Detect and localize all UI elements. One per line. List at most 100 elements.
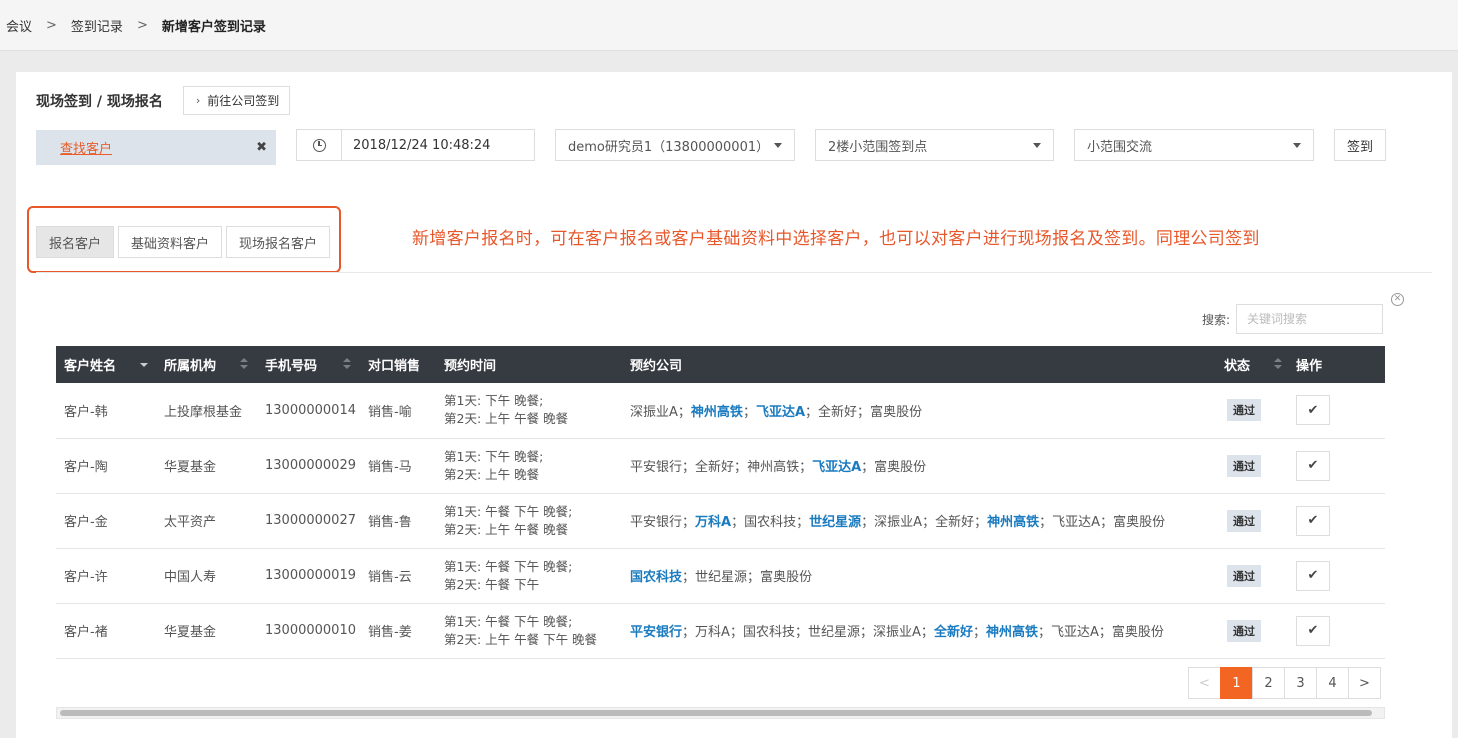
cell-status: 通过 xyxy=(1216,603,1288,658)
company-name: 平安银行 xyxy=(630,515,683,530)
company-separator: ； xyxy=(857,404,871,420)
company-name[interactable]: 飞亚达A xyxy=(812,460,861,475)
company-name: 平安银行 xyxy=(630,460,683,475)
cell-customer-name: 客户-陶 xyxy=(64,460,108,475)
cell-status: 通过 xyxy=(1216,493,1288,548)
pagination: < 1 2 3 4 > xyxy=(1188,667,1381,699)
pagination-page-1[interactable]: 1 xyxy=(1220,667,1253,699)
company-separator: ； xyxy=(974,515,988,530)
cell-appointment-time: 第1天: 午餐 下午 晚餐; 第2天: 上午 午餐 下午 晚餐 xyxy=(436,603,622,658)
cell-sales: 销售-姜 xyxy=(368,625,412,640)
col-header-org[interactable]: 所属机构 xyxy=(156,346,257,383)
location-select[interactable]: 2楼小范围签到点 xyxy=(815,129,1054,161)
company-name[interactable]: 国农科技 xyxy=(630,570,682,585)
company-name: 飞亚达A xyxy=(1051,625,1099,640)
search-input[interactable] xyxy=(1236,304,1384,334)
breadcrumb: 会议 > 签到记录 > 新增客户签到记录 xyxy=(0,0,1458,51)
appointment-line: 第1天: 下午 晚餐; xyxy=(444,448,544,464)
tab-registered-customers[interactable]: 报名客户 xyxy=(36,226,114,258)
company-separator: ； xyxy=(729,625,743,640)
company-name[interactable]: 飞亚达A xyxy=(756,405,805,420)
breadcrumb-item-signin-records[interactable]: 签到记录 xyxy=(71,16,123,35)
company-name: 全新好 xyxy=(695,460,735,475)
cell-customer-name: 客户-褚 xyxy=(64,625,108,640)
company-name: 深振业A xyxy=(873,625,921,640)
breadcrumb-separator: > xyxy=(46,17,57,33)
customer-tabs: 报名客户 基础资料客户 现场报名客户 xyxy=(36,226,334,258)
company-name: 全新好 xyxy=(818,404,858,420)
company-separator: ； xyxy=(742,404,756,420)
cell-companies: 深振业A；神州高铁；飞亚达A；全新好；富奥股份 xyxy=(622,383,1216,438)
cell-phone: 13000000010 xyxy=(265,623,356,638)
pagination-page-4[interactable]: 4 xyxy=(1316,667,1349,699)
appointment-line: 第2天: 上午 午餐 晚餐 xyxy=(444,521,569,537)
appointment-line: 第2天: 上午 午餐 下午 晚餐 xyxy=(444,631,598,647)
col-header-sales: 对口销售 xyxy=(368,359,421,374)
activity-select[interactable]: 小范围交流 xyxy=(1074,129,1314,161)
company-name[interactable]: 全新好 xyxy=(934,625,973,640)
pagination-next[interactable]: > xyxy=(1348,667,1381,699)
checkin-check-button[interactable]: ✔ xyxy=(1296,450,1330,481)
pagination-page-3[interactable]: 3 xyxy=(1284,667,1317,699)
datetime-input[interactable]: 2018/12/24 10:48:24 xyxy=(342,129,535,161)
company-name: 万科A xyxy=(695,625,730,640)
goto-company-signin-button[interactable]: › 前往公司签到 xyxy=(182,86,291,115)
checkin-check-button[interactable]: ✔ xyxy=(1296,615,1330,646)
company-name[interactable]: 万科A xyxy=(695,515,731,530)
find-customer-link[interactable]: 查找客户 xyxy=(60,138,112,157)
col-header-action: 操作 xyxy=(1296,359,1323,374)
company-name: 深振业A xyxy=(874,515,923,530)
tab-onsite-registered-customers[interactable]: 现场报名客户 xyxy=(226,226,330,258)
table-row: 客户-金 太平资产 13000000027 销售-鲁 第1天: 午餐 下午 晚餐; 第2天… xyxy=(56,493,1385,548)
close-circle-icon[interactable]: ✕ xyxy=(1391,293,1404,306)
cell-sales: 销售-喻 xyxy=(368,404,412,420)
breadcrumb-item-current: 新增客户签到记录 xyxy=(161,19,266,35)
close-icon[interactable]: ✖ xyxy=(256,140,267,155)
company-separator: ； xyxy=(794,625,808,640)
clock-addon[interactable] xyxy=(296,129,342,161)
status-badge: 通过 xyxy=(1227,564,1261,587)
page-title: 现场签到 / 现场报名 xyxy=(36,93,163,110)
datetime-field: 2018/12/24 10:48:24 xyxy=(296,129,535,161)
col-header-name[interactable]: 客户姓名 xyxy=(56,346,156,383)
scrollbar-thumb[interactable] xyxy=(60,710,1372,716)
tab-basic-info-customers[interactable]: 基础资料客户 xyxy=(118,226,222,258)
cell-phone: 13000000014 xyxy=(265,402,356,418)
cell-phone: 13000000029 xyxy=(265,458,356,473)
company-name[interactable]: 神州高铁 xyxy=(986,625,1038,640)
company-name[interactable]: 世纪星源 xyxy=(809,515,861,530)
checkin-check-button[interactable]: ✔ xyxy=(1296,560,1330,591)
breadcrumb-separator: > xyxy=(136,17,148,33)
pagination-prev[interactable]: < xyxy=(1188,667,1221,699)
cell-companies: 平安银行；全新好；神州高铁；飞亚达A；富奥股份 xyxy=(622,438,1216,493)
horizontal-scrollbar[interactable] xyxy=(56,707,1385,719)
check-icon: ✔ xyxy=(1307,513,1319,528)
caret-down-icon xyxy=(1293,142,1301,148)
chevron-right-icon: › xyxy=(195,94,201,107)
signin-button[interactable]: 签到 xyxy=(1334,129,1386,161)
company-name: 国农科技 xyxy=(744,515,797,530)
checkin-check-button[interactable]: ✔ xyxy=(1296,505,1330,536)
company-name[interactable]: 平安银行 xyxy=(630,625,682,640)
annotation-note: 新增客户报名时，可在客户报名或客户基础资料中选择客户，也可以对客户进行现场报名及… xyxy=(412,229,1260,249)
cell-customer-name: 客户-许 xyxy=(64,570,108,585)
checkin-check-button[interactable]: ✔ xyxy=(1296,395,1330,426)
divider xyxy=(36,272,1432,273)
company-separator: ； xyxy=(747,570,761,585)
col-header-status[interactable]: 状态 xyxy=(1216,346,1288,383)
col-header-phone[interactable]: 手机号码 xyxy=(257,346,360,383)
status-badge: 通过 xyxy=(1227,619,1261,642)
check-icon: ✔ xyxy=(1307,402,1319,418)
appointment-line: 第1天: 下午 晚餐; xyxy=(444,393,544,409)
cell-appointment-time: 第1天: 下午 晚餐; 第2天: 上午 午餐 晚餐 xyxy=(436,383,622,438)
breadcrumb-item-meeting[interactable]: 会议 xyxy=(6,16,32,35)
cell-status: 通过 xyxy=(1216,548,1288,603)
cell-appointment-time: 第1天: 午餐 下午 晚餐; 第2天: 上午 午餐 晚餐 xyxy=(436,493,622,548)
company-separator: ； xyxy=(734,460,748,475)
company-name[interactable]: 神州高铁 xyxy=(987,515,1039,530)
table-row: 客户-陶 华夏基金 13000000029 销售-马 第1天: 下午 晚餐; 第2天: 上… xyxy=(56,438,1385,493)
researcher-select[interactable]: demo研究员1（13800000001） xyxy=(555,129,795,161)
appointment-line: 第2天: 上午 晚餐 xyxy=(444,466,540,482)
pagination-page-2[interactable]: 2 xyxy=(1252,667,1285,699)
company-name[interactable]: 神州高铁 xyxy=(691,405,743,420)
